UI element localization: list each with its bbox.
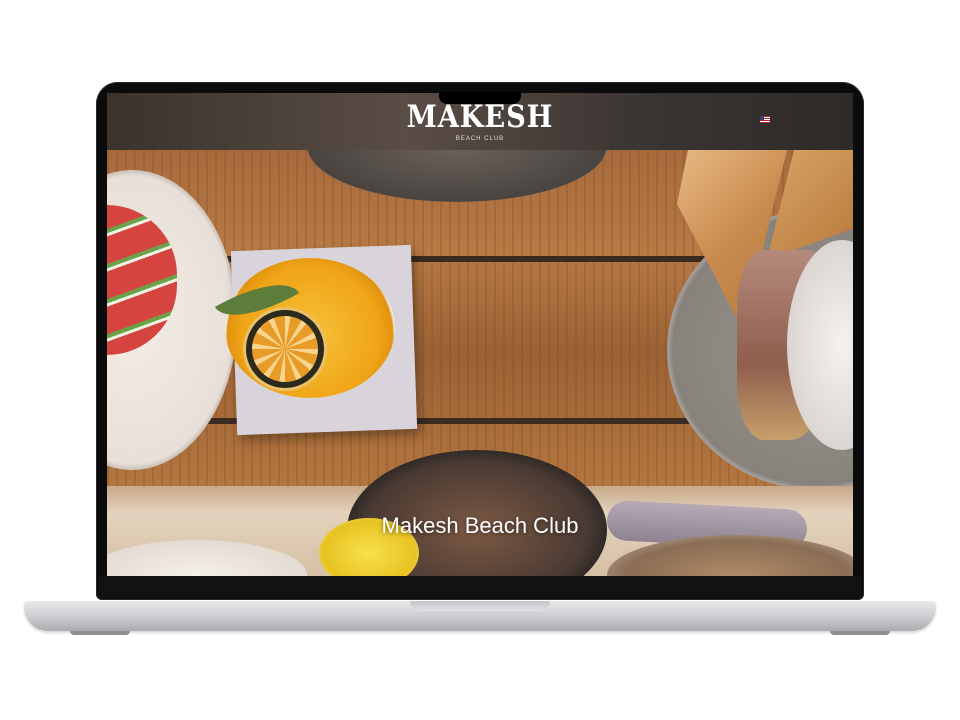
- camera-notch: [439, 92, 521, 104]
- laptop-bezel: [98, 576, 862, 598]
- laptop-foot: [830, 631, 890, 635]
- hero-title: Makesh Beach Club: [381, 513, 579, 538]
- us-flag-icon[interactable]: [760, 116, 770, 123]
- browser-screen: MAKESH BEACH CLUB Makesh Beach Club: [107, 93, 853, 576]
- site-logo[interactable]: MAKESH: [152, 99, 808, 135]
- laptop-opening-notch: [410, 601, 550, 611]
- laptop-foot: [70, 631, 130, 635]
- logo-tagline: BEACH CLUB: [455, 136, 505, 142]
- orange-slice: [246, 310, 324, 388]
